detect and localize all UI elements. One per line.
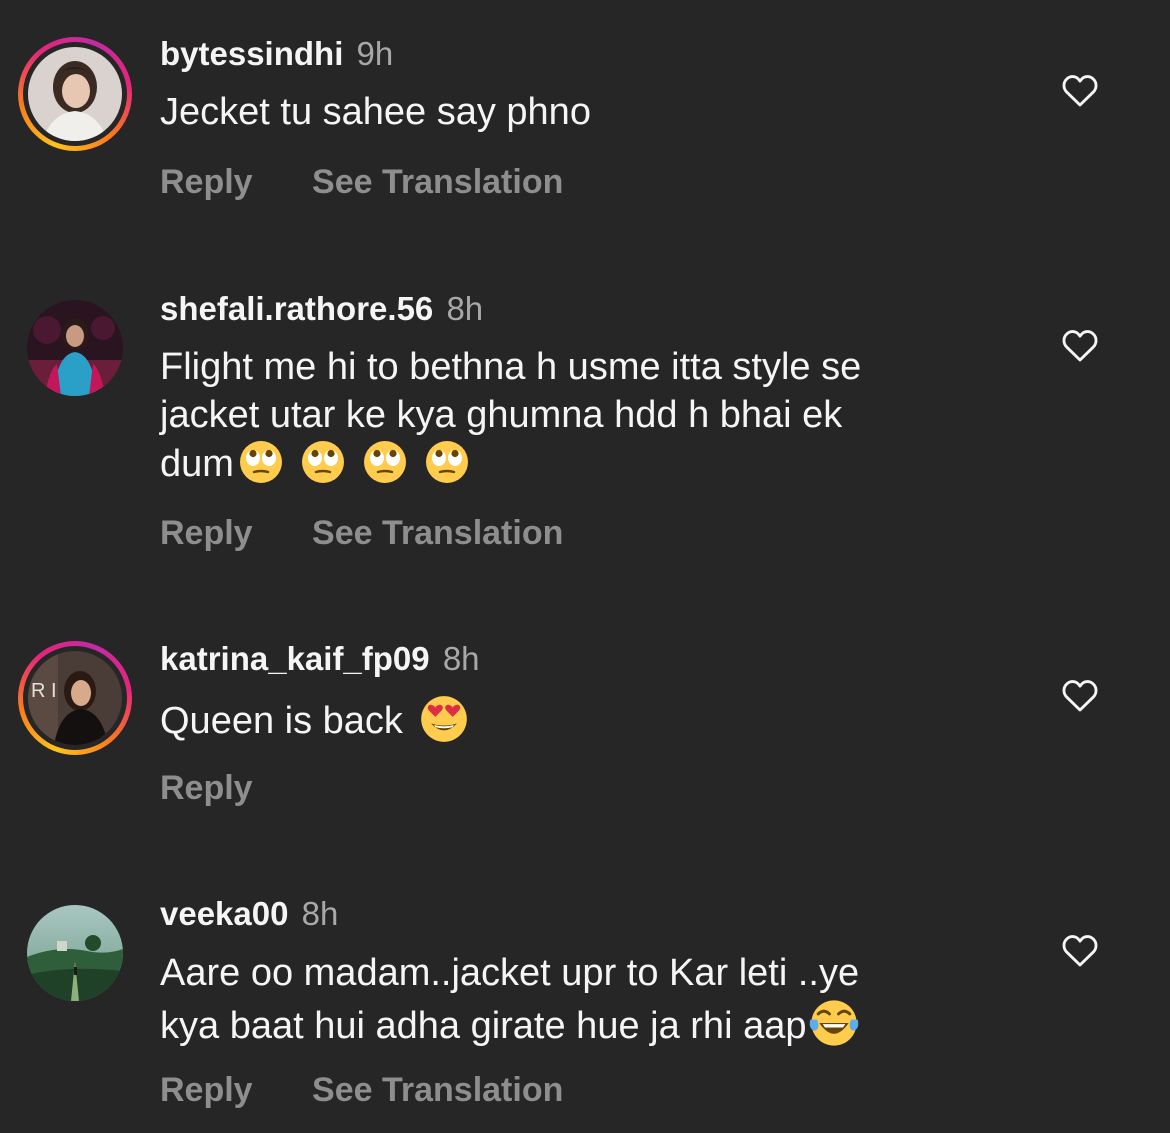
face-with-rolling-eyes-icon xyxy=(238,439,284,485)
comment-meta: bytessindhi 9h xyxy=(160,34,393,74)
comment-time: 8h xyxy=(446,290,484,327)
smiling-face-with-heart-eyes-icon xyxy=(419,694,469,744)
reply-button[interactable]: Reply xyxy=(160,513,253,553)
face-with-rolling-eyes-icon xyxy=(362,439,408,485)
comment-time: 8h xyxy=(442,640,480,677)
like-button[interactable] xyxy=(1061,327,1099,363)
username-link[interactable]: shefali.rathore.56 xyxy=(160,290,433,327)
comment-text: Queen is back xyxy=(160,694,1020,745)
avatar[interactable]: R I xyxy=(18,641,132,755)
face-with-rolling-eyes-icon xyxy=(300,439,346,485)
face-with-tears-of-joy-icon xyxy=(808,997,860,1049)
comment-text-line-last: dum xyxy=(160,439,1020,488)
comment-text-line: dum xyxy=(160,443,234,485)
comment-text-line: kya baat hui adha girate hue ja rhi aap xyxy=(160,1005,807,1047)
comment-text-line: Queen is back xyxy=(160,700,403,742)
comment-time: 8h xyxy=(301,895,339,932)
avatar-ring-gap xyxy=(23,42,127,146)
comment-meta: shefali.rathore.56 8h xyxy=(160,289,483,329)
comment-actions: Reply xyxy=(160,768,253,808)
username-link[interactable]: bytessindhi xyxy=(160,35,343,72)
avatar[interactable] xyxy=(18,37,132,151)
see-translation-button[interactable]: See Translation xyxy=(312,162,563,202)
reply-button[interactable]: Reply xyxy=(160,162,253,202)
avatar-ring-gap: R I xyxy=(23,646,127,750)
avatar[interactable] xyxy=(18,896,132,1010)
reply-button[interactable]: Reply xyxy=(160,1070,253,1110)
username-link[interactable]: veeka00 xyxy=(160,895,288,932)
avatar[interactable] xyxy=(18,291,132,405)
svg-text:R I: R I xyxy=(31,680,57,702)
face-with-rolling-eyes-icon xyxy=(424,439,470,485)
like-button[interactable] xyxy=(1061,932,1099,968)
comment-text-line: Jecket tu sahee say phno xyxy=(160,91,591,133)
reply-button[interactable]: Reply xyxy=(160,768,253,808)
avatar-image: R I xyxy=(28,651,122,745)
comment-text-line-last: kya baat hui adha girate hue ja rhi aap xyxy=(160,997,1020,1050)
comment-meta: katrina_kaif_fp09 8h xyxy=(160,639,480,679)
see-translation-button[interactable]: See Translation xyxy=(312,513,563,553)
like-button[interactable] xyxy=(1061,677,1099,713)
comment-actions: Reply See Translation xyxy=(160,1070,563,1110)
comment-meta: veeka00 8h xyxy=(160,894,338,934)
avatar-image xyxy=(27,905,123,1001)
avatar-image xyxy=(27,300,123,396)
heart-outline-icon xyxy=(1062,935,1098,967)
username-link[interactable]: katrina_kaif_fp09 xyxy=(160,640,430,677)
comment-text: Jecket tu sahee say phno xyxy=(160,88,1020,136)
heart-outline-icon xyxy=(1062,75,1098,107)
heart-outline-icon xyxy=(1062,330,1098,362)
comment-actions: Reply See Translation xyxy=(160,162,563,202)
avatar-image xyxy=(28,47,122,141)
comment-text-line: Aare oo madam..jacket upr to Kar leti ..… xyxy=(160,952,860,994)
comment-text-line: jacket utar ke kya ghumna hdd h bhai ek xyxy=(160,394,843,436)
comment-actions: Reply See Translation xyxy=(160,513,563,553)
heart-outline-icon xyxy=(1062,680,1098,712)
comment-text-line: Flight me hi to bethna h usme itta style… xyxy=(160,346,862,388)
comment-text: Aare oo madam..jacket upr to Kar leti ..… xyxy=(160,949,1020,1050)
see-translation-button[interactable]: See Translation xyxy=(312,1070,563,1110)
like-button[interactable] xyxy=(1061,72,1099,108)
comment-time: 9h xyxy=(356,35,394,72)
comment-text: Flight me hi to bethna h usme itta style… xyxy=(160,343,1020,488)
